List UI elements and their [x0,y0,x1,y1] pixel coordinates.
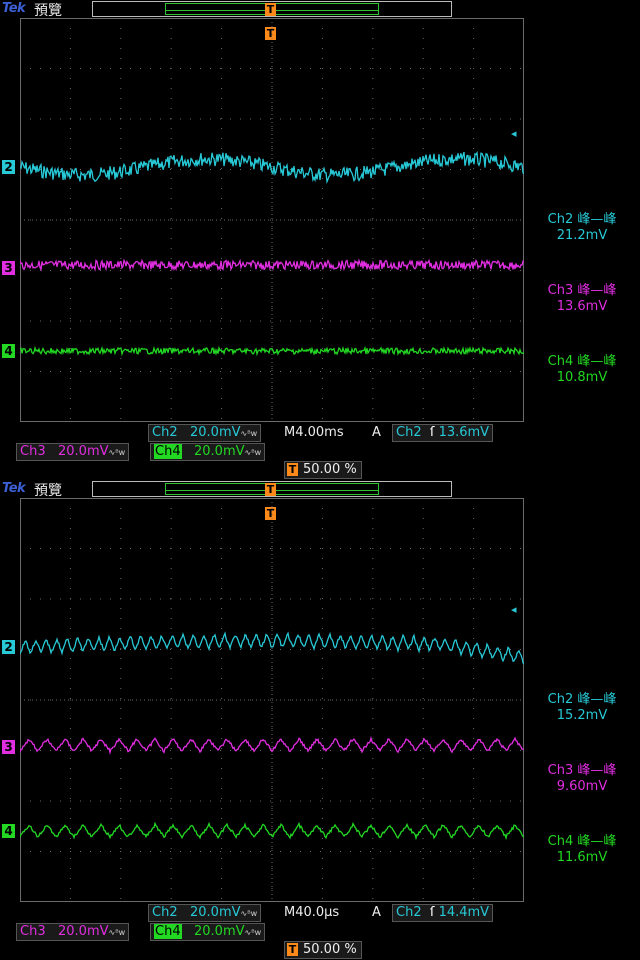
measurement-label: Ch3 峰—峰 [547,763,617,778]
trigger-level: 13.6mV [438,425,490,440]
measurement-label: Ch2 峰—峰 [547,692,617,707]
measurement-ch3-pk2pk: Ch3 峰—峰 9.60mV [526,763,638,795]
ch2-label: Ch2 [152,425,178,440]
bandwidth-limit-icon: ∿ᴮw [244,448,262,457]
trigger-readout[interactable]: Ch2 ſ 14.4mV [392,904,494,922]
ch2-scale-readout[interactable]: Ch2 20.0mV∿ᴮw [148,424,262,442]
ch3-scale-readout[interactable]: Ch3 20.0mV∿ᴮw [16,443,130,461]
trigger-mode-readout: A [372,905,381,920]
trigger-position-value: 50.00 % [303,462,357,477]
ch2-scale-readout[interactable]: Ch2 20.0mV∿ᴮw [148,904,262,922]
waveform-display[interactable] [20,18,524,422]
trigger-position-value: 50.00 % [303,942,357,957]
graticule [20,498,524,902]
ch3-label: Ch3 [20,924,46,939]
trigger-level: 14.4mV [438,905,490,920]
ch4-scale-readout[interactable]: Ch4 20.0mV∿ᴮw [150,923,266,941]
acquisition-mode-label: 預覽 [34,3,62,19]
bandwidth-limit-icon: ∿ᴮw [108,448,126,457]
timebase-readout[interactable]: M40.0µs [284,904,339,921]
ch3-ground-marker[interactable]: 3 [2,740,15,754]
ch3-scale: 20.0mV [58,924,109,939]
bandwidth-limit-icon: ∿ᴮw [108,928,126,937]
scope-header: Tek 預覽 [0,0,640,19]
ch4-ground-marker[interactable]: 4 [2,344,15,358]
trigger-position-readout[interactable]: T 50.00 % [284,461,362,479]
trigger-level-arrow-icon: ◂ [511,127,517,140]
measurement-ch4-pk2pk: Ch4 峰—峰 10.8mV [526,354,638,386]
measurement-value: 21.2mV [556,228,608,243]
ch2-ground-marker[interactable]: 2 [2,640,15,654]
measurement-value: 13.6mV [556,299,608,314]
graticule [20,18,524,422]
scope-screen-1: Tek 預覽 T T 2 3 4 ◂ Ch2 峰—峰 21.2mV Ch3 峰—… [0,0,640,480]
measurement-ch3-pk2pk: Ch3 峰—峰 13.6mV [526,283,638,315]
trigger-mode-readout: A [372,425,381,440]
ch4-scale-readout[interactable]: Ch4 20.0mV∿ᴮw [150,443,266,461]
ch4-scale: 20.0mV [194,444,245,459]
measurement-value: 9.60mV [556,779,608,794]
ch3-label: Ch3 [20,444,46,459]
scope-screen-2: Tek 預覽 T T 2 3 4 ◂ Ch2 峰—峰 15.2mV Ch3 峰—… [0,480,640,960]
ch3-ground-marker[interactable]: 3 [2,261,15,275]
acquisition-mode-label: 預覽 [34,483,62,499]
waveform-display[interactable] [20,498,524,902]
measurement-label: Ch4 峰—峰 [547,834,617,849]
measurement-label: Ch4 峰—峰 [547,354,617,369]
ch3-scale: 20.0mV [58,444,109,459]
measurement-ch2-pk2pk: Ch2 峰—峰 21.2mV [526,212,638,244]
measurement-value: 11.6mV [556,850,608,865]
trigger-readout[interactable]: Ch2 ſ 13.6mV [392,424,494,442]
ch2-scale: 20.0mV [190,905,241,920]
trigger-position-top-icon: T [265,483,276,496]
ch3-scale-readout[interactable]: Ch3 20.0mV∿ᴮw [16,923,130,941]
measurement-value: 15.2mV [556,708,608,723]
ch4-label: Ch4 [154,924,182,939]
measurement-label: Ch3 峰—峰 [547,283,617,298]
rising-edge-icon: ſ [429,425,435,440]
bandwidth-limit-icon: ∿ᴮw [240,909,258,918]
trigger-source: Ch2 [396,905,422,920]
trigger-level-arrow-icon: ◂ [511,603,517,616]
ch3-waveform [20,258,524,272]
measurement-ch2-pk2pk: Ch2 峰—峰 15.2mV [526,692,638,724]
ch4-ground-marker[interactable]: 4 [2,824,15,838]
trigger-icon: T [287,463,298,476]
ch3-waveform [20,735,524,755]
timebase-readout[interactable]: M4.00ms [284,424,344,441]
ch2-scale: 20.0mV [190,425,241,440]
trigger-source: Ch2 [396,425,422,440]
measurement-label: Ch2 峰—峰 [547,212,617,227]
trigger-position-readout[interactable]: T 50.00 % [284,941,362,959]
ch2-ground-marker[interactable]: 2 [2,160,15,174]
brand-logo: Tek [2,481,26,496]
rising-edge-icon: ſ [429,905,435,920]
ch2-label: Ch2 [152,905,178,920]
ch4-label: Ch4 [154,444,182,459]
bandwidth-limit-icon: ∿ᴮw [240,429,258,438]
bandwidth-limit-icon: ∿ᴮw [244,928,262,937]
brand-logo: Tek [2,1,26,16]
trigger-position-top-icon: T [265,3,276,16]
measurement-ch4-pk2pk: Ch4 峰—峰 11.6mV [526,834,638,866]
scope-header: Tek 預覽 [0,480,640,499]
trigger-icon: T [287,943,298,956]
measurement-value: 10.8mV [556,370,608,385]
ch4-scale: 20.0mV [194,924,245,939]
